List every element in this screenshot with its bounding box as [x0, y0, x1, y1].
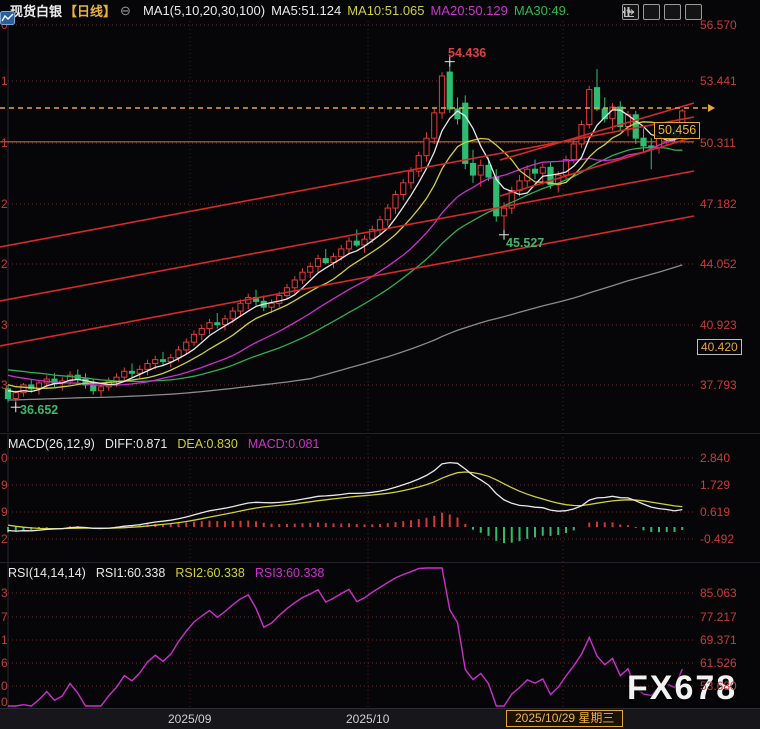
- axis-zoom-up-icon[interactable]: [643, 4, 660, 20]
- price-axis-label: 40.923: [700, 318, 737, 332]
- macd-panel-chart[interactable]: [0, 433, 760, 562]
- rsi-axis-left-digit: 0: [1, 679, 8, 693]
- macd-macd-value: MACD:0.081: [248, 437, 320, 451]
- rsi-axis-label: 85.063: [700, 586, 737, 600]
- rsi-axis-label: 53.680: [700, 679, 737, 693]
- rsi-axis-left-digit: 1: [1, 633, 8, 647]
- symbol-name: 现货白银: [10, 1, 62, 20]
- rsi-axis-left-digit: 7: [1, 610, 8, 624]
- step-forward-icon[interactable]: [685, 4, 702, 20]
- macd-axis-label: 1.729: [700, 478, 730, 492]
- rsi-axis-left-digit: 3: [1, 586, 8, 600]
- macd-params[interactable]: MACD(26,12,9): [8, 437, 95, 451]
- ma10-value: MA10:51.065: [347, 3, 424, 18]
- rsi-axis-label: 61.526: [700, 656, 737, 670]
- svg-text:36.652: 36.652: [20, 403, 58, 417]
- rsi-header: RSI(14,14,14) RSI1:60.338 RSI2:60.338 RS…: [8, 566, 324, 580]
- ma30-value: MA30:49.: [514, 3, 570, 18]
- macd-axis-label: 0.619: [700, 505, 730, 519]
- macd-axis-label: -0.492: [700, 532, 734, 546]
- price-axis-left-digit: 2: [1, 197, 8, 211]
- rsi-axis-left-digit: 0: [1, 695, 8, 709]
- rsi-axis-label: 69.371: [700, 633, 737, 647]
- macd-axis-left-digit: 2: [1, 532, 8, 546]
- svg-text:54.436: 54.436: [448, 46, 486, 60]
- panel-divider: [0, 562, 760, 563]
- trading-chart-window: 54.436 45.527 36.652 现货白银【日线】 ⊖ MA1(5,10,2…: [0, 0, 760, 729]
- macd-axis-left-digit: 9: [1, 478, 8, 492]
- ma5-value: MA5:51.124: [271, 3, 341, 18]
- macd-axis-left-digit: 0: [1, 451, 8, 465]
- collapse-icon[interactable]: ⊖: [120, 3, 131, 19]
- price-axis-left-digit: 1: [1, 136, 8, 150]
- macd-axis-label: 2.840: [700, 451, 730, 465]
- rsi3-value: RSI3:60.338: [255, 566, 325, 580]
- svg-text:45.527: 45.527: [506, 236, 544, 250]
- macd-axis-left-digit: 9: [1, 505, 8, 519]
- price-axis-label: 50.311: [700, 136, 736, 150]
- rsi2-value: RSI2:60.338: [175, 566, 245, 580]
- current-date-label: 2025/10/29 星期三: [506, 710, 623, 727]
- rsi-axis-left-digit: 6: [1, 656, 8, 670]
- rsi1-value: RSI1:60.338: [96, 566, 166, 580]
- price-axis-label: 53.441: [700, 74, 737, 88]
- price-axis-left-digit: 3: [1, 318, 8, 332]
- macd-diff-value: DIFF:0.871: [105, 437, 168, 451]
- macd-dea-value: DEA:0.830: [177, 437, 237, 451]
- rsi-params[interactable]: RSI(14,14,14): [8, 566, 86, 580]
- ma-settings-label[interactable]: MA1(5,10,20,30,100): [143, 3, 265, 18]
- axis-playback-icon[interactable]: [664, 4, 681, 20]
- panel-divider: [0, 433, 760, 434]
- price-axis-left-digit: 1: [1, 74, 8, 88]
- price-axis-label: 37.793: [700, 378, 737, 392]
- period-label[interactable]: 【日线】: [64, 1, 116, 20]
- macd-header: MACD(26,12,9) DIFF:0.871 DEA:0.830 MACD:…: [8, 437, 319, 451]
- ma20-value: MA20:50.129: [431, 3, 508, 18]
- reference-price-tag: 40.420: [697, 339, 742, 355]
- price-axis-label: 47.182: [700, 197, 737, 211]
- date-axis-bar[interactable]: 2025/09 2025/10 2025/10/29 星期三: [0, 708, 760, 729]
- price-axis-label: 44.052: [700, 257, 737, 271]
- month-label: 2025/10: [346, 712, 389, 726]
- price-axis-left-digit: 2: [1, 257, 8, 271]
- price-axis-left-digit: 3: [1, 378, 8, 392]
- last-price-tag: 50.456: [654, 122, 700, 139]
- chart-toolbar: [622, 4, 702, 20]
- month-label: 2025/09: [168, 712, 211, 726]
- main-price-chart[interactable]: 54.436 45.527 36.652: [0, 0, 760, 433]
- rsi-axis-label: 77.217: [700, 610, 737, 624]
